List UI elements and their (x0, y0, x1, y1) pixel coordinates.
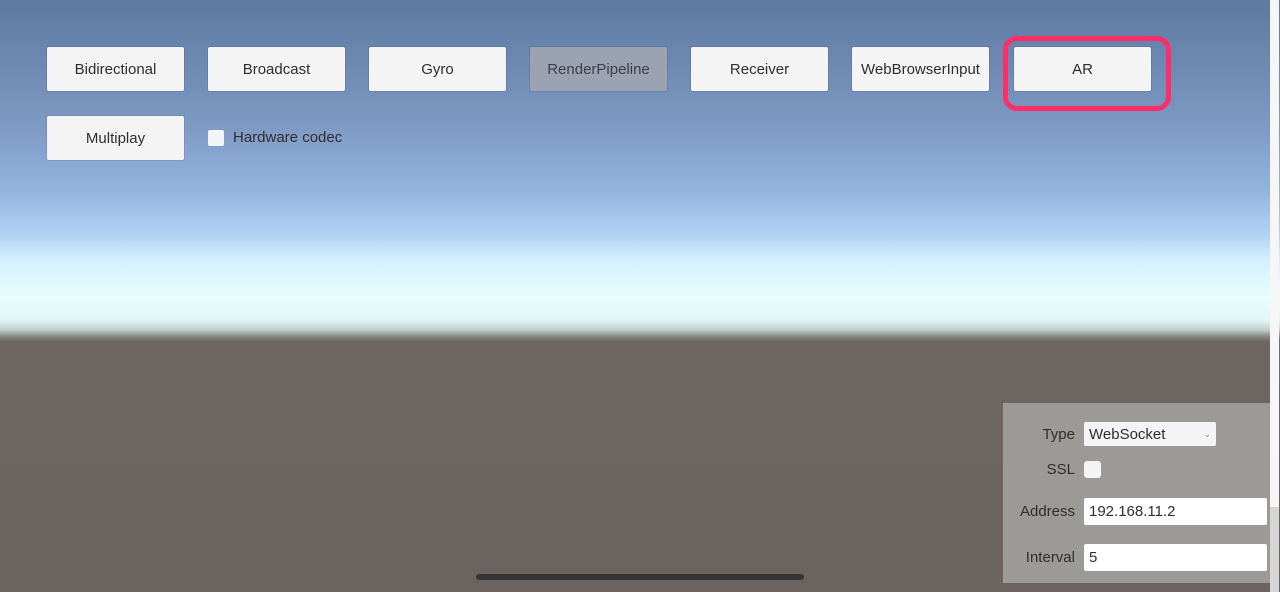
hardware-codec-toggle[interactable]: Hardware codec (208, 129, 342, 146)
broadcast-button[interactable]: Broadcast (208, 47, 345, 91)
webbrowserinput-button[interactable]: WebBrowserInput (852, 47, 989, 91)
home-indicator[interactable] (476, 574, 804, 580)
hardware-codec-checkbox[interactable] (208, 129, 224, 146)
multiplay-button[interactable]: Multiplay (47, 116, 184, 160)
ssl-row: SSL (1003, 461, 1101, 478)
ssl-checkbox[interactable] (1084, 461, 1101, 478)
hardware-codec-label: Hardware codec (233, 129, 343, 146)
interval-row: Interval 5 (1003, 544, 1267, 571)
interval-label: Interval (1025, 549, 1075, 566)
type-dropdown[interactable]: WebSocket ⌄ (1084, 422, 1216, 446)
address-label: Address (1019, 503, 1075, 520)
type-label: Type (1042, 425, 1075, 443)
address-input[interactable]: 192.168.11.2 (1084, 498, 1267, 525)
renderpipeline-button[interactable]: RenderPipeline (530, 47, 667, 91)
signaling-settings-panel: Type WebSocket ⌄ SSL Address 192.168.11.… (1003, 403, 1270, 583)
gyro-button[interactable]: Gyro (369, 47, 506, 91)
address-row: Address 192.168.11.2 (1003, 498, 1267, 525)
vertical-scrollbar[interactable] (1270, 0, 1279, 592)
scrollbar-thumb[interactable] (1270, 507, 1279, 592)
type-selected-value: WebSocket (1089, 425, 1166, 443)
bidirectional-button[interactable]: Bidirectional (47, 47, 184, 91)
receiver-button[interactable]: Receiver (691, 47, 828, 91)
ssl-label: SSL (1046, 461, 1075, 478)
chevron-down-icon: ⌄ (1203, 428, 1211, 439)
ar-button[interactable]: AR (1014, 47, 1151, 91)
type-row: Type WebSocket ⌄ (1003, 422, 1216, 446)
interval-input[interactable]: 5 (1084, 544, 1267, 571)
